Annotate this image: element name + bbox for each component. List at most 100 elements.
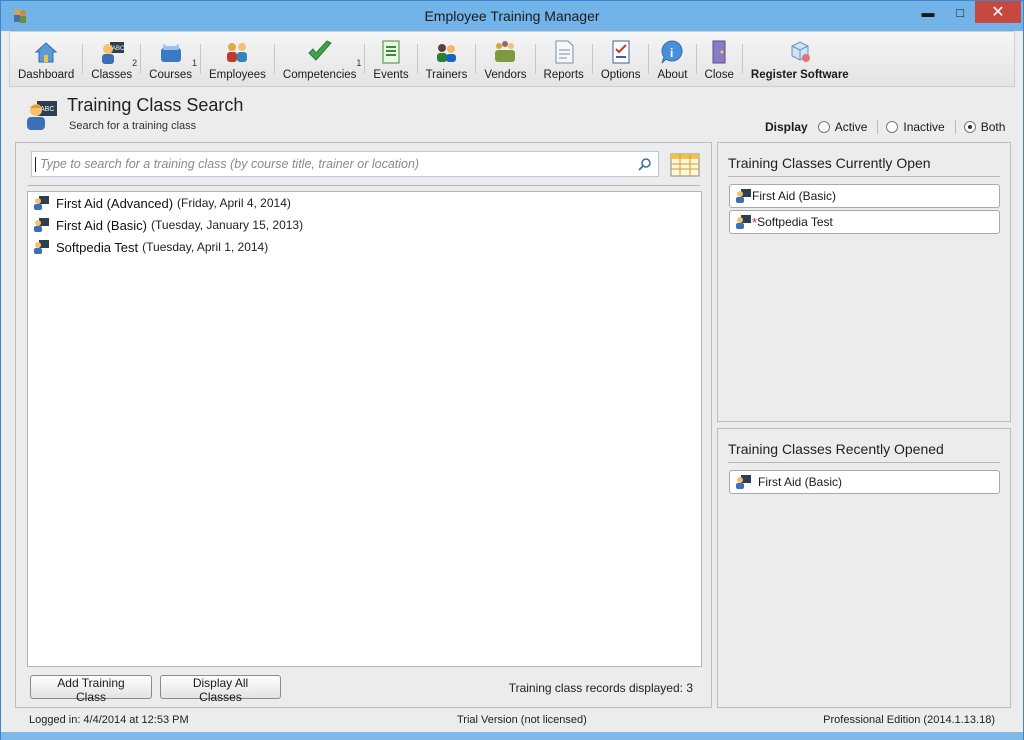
report-icon [555, 40, 574, 64]
app-window: Employee Training Manager ▬ □ ✕ Dashboar… [0, 0, 1024, 740]
toolbar-label: Options [600, 69, 641, 81]
display-all-classes-button[interactable]: Display All Classes [160, 675, 281, 704]
display-filter: Display Active Inactive Both [765, 120, 1015, 134]
toolbar-register-software-button[interactable]: Register Software [743, 32, 857, 86]
open-class-label: First Aid (Basic) [752, 189, 837, 203]
radio-circle [817, 121, 830, 133]
courses-count-badge: 1 [191, 58, 197, 68]
display-active-radio[interactable]: Active [817, 120, 868, 134]
display-both-radio[interactable]: Both [963, 120, 1006, 134]
toolbar-trainers-button[interactable]: Trainers [418, 32, 476, 86]
training-class-icon: ABC [27, 101, 57, 130]
open-class-item[interactable]: * Softpedia Test [729, 210, 1000, 234]
options-icon [612, 40, 630, 64]
display-label: Display [765, 120, 808, 134]
divider [954, 120, 956, 134]
toolbar-label: Competencies [282, 69, 357, 81]
search-panel: First Aid (Advanced) (Friday, April 4, 2… [15, 142, 712, 708]
search-icon[interactable] [638, 157, 652, 171]
list-item[interactable]: First Aid (Basic) (Tuesday, January 15, … [28, 214, 701, 236]
toolbar-dashboard-button[interactable]: Dashboard [10, 32, 82, 86]
teacher-icon [34, 218, 49, 232]
teacher-icon [736, 189, 751, 203]
list-item[interactable]: Softpedia Test (Tuesday, April 1, 2014) [28, 236, 701, 258]
status-bar: Logged in: 4/4/2014 at 12:53 PM Trial Ve… [15, 711, 1011, 731]
svg-text:i: i [670, 46, 673, 60]
toolbar-courses-button[interactable]: Courses 1 [141, 32, 200, 86]
list-icon [382, 40, 400, 64]
door-icon [712, 40, 726, 64]
records-count: Training class records displayed: 3 [508, 681, 693, 695]
maximize-button[interactable]: □ [945, 1, 975, 23]
svg-text:ABC: ABC [112, 46, 125, 52]
toolbar-options-button[interactable]: Options [593, 32, 649, 86]
divider [728, 176, 1000, 177]
toolbar-employees-button[interactable]: Employees [201, 32, 274, 86]
teacher-icon [34, 240, 49, 254]
class-title: Softpedia Test [56, 239, 139, 255]
radio-label: Active [834, 120, 868, 134]
toolbar-vendors-button[interactable]: Vendors [476, 32, 534, 86]
divider [28, 185, 700, 186]
toolbar-events-button[interactable]: Events [365, 32, 416, 86]
class-date: (Friday, April 4, 2014) [177, 196, 291, 210]
open-class-item[interactable]: First Aid (Basic) [729, 184, 1000, 208]
search-box[interactable] [31, 151, 659, 177]
toolbar-about-button[interactable]: i About [649, 32, 695, 86]
toolbar-close-button[interactable]: Close [697, 32, 742, 86]
radio-circle [886, 121, 899, 133]
teacher-icon [34, 196, 49, 210]
class-date: (Tuesday, January 15, 2013) [151, 218, 304, 232]
title-bar[interactable]: Employee Training Manager ▬ □ ✕ [1, 1, 1023, 31]
toolbar-competencies-button[interactable]: Competencies 1 [275, 32, 365, 86]
vendors-icon [495, 41, 516, 62]
teacher-icon [736, 215, 751, 229]
recently-opened-panel: Training Classes Recently Opened First A… [717, 428, 1011, 708]
toolbar-classes-button[interactable]: ABC Classes 2 [83, 32, 140, 86]
list-item[interactable]: First Aid (Advanced) (Friday, April 4, 2… [28, 192, 701, 214]
toolbar-label: Events [373, 69, 409, 81]
toolbar-label: Vendors [484, 69, 527, 81]
currently-open-title: Training Classes Currently Open [728, 155, 931, 171]
toolbar-label: About [657, 69, 688, 81]
toolbar-label: Employees [209, 69, 266, 81]
page-subtitle: Search for a training class [69, 120, 197, 132]
class-title: First Aid (Advanced) [56, 195, 174, 211]
house-icon [34, 42, 58, 63]
main-toolbar: Dashboard ABC Classes 2 Courses 1 Employ… [9, 31, 1015, 87]
teacher-icon [736, 475, 751, 489]
text-caret [35, 157, 36, 172]
register-icon [791, 41, 810, 62]
training-class-list: First Aid (Advanced) (Friday, April 4, 2… [27, 191, 702, 667]
recent-class-label: First Aid (Basic) [758, 475, 843, 489]
close-window-button[interactable]: ✕ [975, 1, 1021, 23]
window-border [1, 732, 1023, 740]
license-status: Trial Version (not licensed) [457, 714, 587, 726]
radio-label: Inactive [903, 120, 945, 134]
books-icon [160, 42, 181, 62]
toolbar-label: Reports [543, 69, 584, 81]
display-inactive-radio[interactable]: Inactive [886, 120, 945, 134]
teacher-icon: ABC [101, 42, 125, 64]
logged-in-status: Logged in: 4/4/2014 at 12:53 PM [29, 714, 189, 726]
search-input[interactable] [40, 155, 630, 173]
toolbar-label: Close [704, 69, 734, 81]
checkmark-icon [307, 40, 332, 61]
toolbar-label: Courses [149, 69, 192, 81]
window-title: Employee Training Manager [424, 8, 600, 24]
people-icon [227, 43, 248, 62]
toolbar-reports-button[interactable]: Reports [536, 32, 592, 86]
toolbar-label: Dashboard [18, 69, 75, 81]
page-title: Training Class Search [67, 95, 244, 115]
recently-opened-title: Training Classes Recently Opened [728, 441, 944, 457]
classes-count-badge: 2 [132, 58, 138, 68]
grid-view-icon[interactable] [670, 152, 700, 178]
radio-label: Both [980, 120, 1006, 134]
add-training-class-button[interactable]: Add Training Class [30, 675, 152, 704]
edition-status: Professional Edition (2014.1.13.18) [823, 714, 995, 726]
class-title: First Aid (Basic) [56, 217, 148, 233]
recent-class-item[interactable]: First Aid (Basic) [729, 470, 1000, 494]
divider [728, 462, 1000, 463]
currently-open-panel: Training Classes Currently Open First Ai… [717, 142, 1011, 422]
minimize-button[interactable]: ▬ [913, 1, 943, 23]
